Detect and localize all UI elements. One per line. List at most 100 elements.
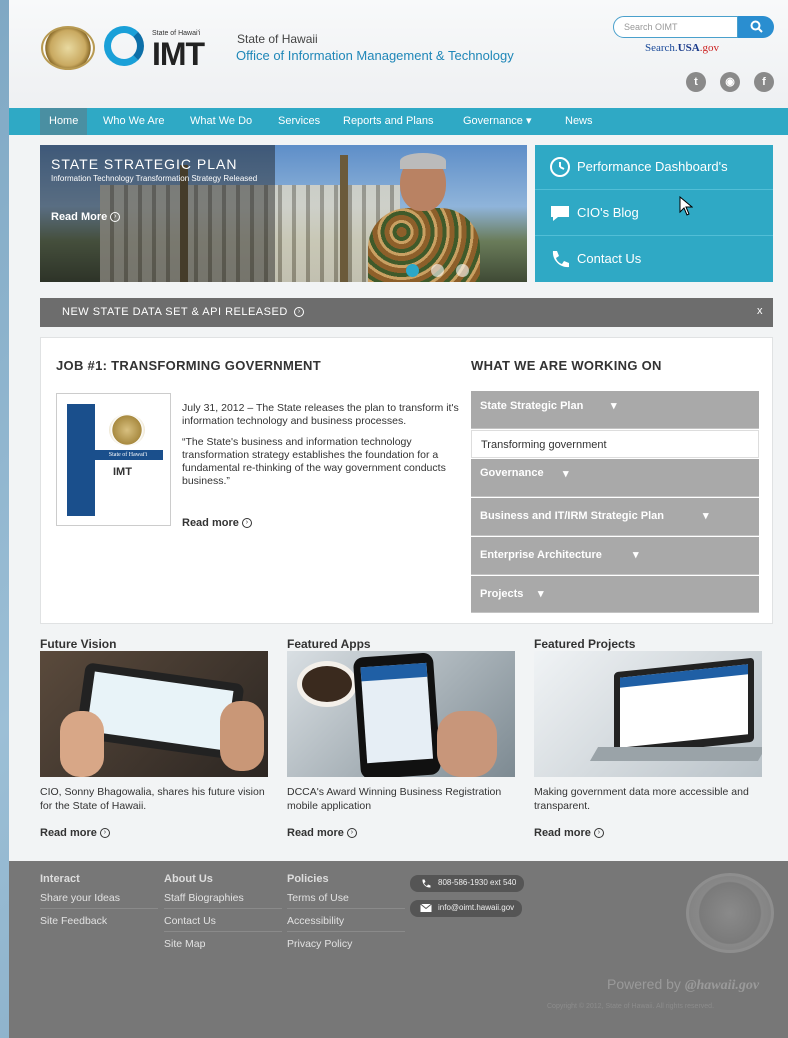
announcement-banner[interactable]: NEW STATE DATA SET & API RELEASED › x: [40, 298, 773, 327]
phone-icon: [552, 251, 569, 268]
imt-logo[interactable]: State of Hawai'i IMT: [104, 24, 224, 74]
chevron-down-icon: ▾: [538, 588, 544, 600]
facebook-icon[interactable]: f: [754, 72, 774, 92]
arrow-circle-icon: ›: [99, 828, 110, 839]
slider-dot-2[interactable]: [431, 264, 444, 277]
feature-title-projects: Featured Projects: [534, 637, 636, 651]
footer-link[interactable]: Accessibility: [287, 915, 405, 932]
slider-dot-3[interactable]: [456, 264, 469, 277]
side-item-label: CIO's Blog: [577, 205, 639, 220]
laptop-image[interactable]: [534, 651, 762, 777]
arrow-circle-icon: ›: [294, 307, 305, 318]
nav-news[interactable]: News: [565, 108, 593, 135]
search-input[interactable]: Search OIMT: [613, 16, 738, 38]
banner-close-button[interactable]: x: [757, 305, 763, 317]
nav-governance[interactable]: Governance ▾: [463, 108, 532, 135]
searchusa-c: .gov: [699, 42, 719, 54]
slider-dot-1[interactable]: [406, 264, 419, 277]
accordion-label: Business and IT/IRM Strategic Plan: [480, 510, 664, 522]
search-button[interactable]: [738, 16, 774, 38]
seal-icon: [109, 414, 145, 446]
strategic-plan-thumbnail[interactable]: State of Hawai'i IMT: [56, 393, 171, 526]
accordion-business-it-plan[interactable]: Business and IT/IRM Strategic Plan ▾: [471, 498, 759, 536]
twitter-icon[interactable]: t: [686, 72, 706, 92]
side-item-performance-dashboard[interactable]: Performance Dashboard's: [535, 145, 773, 190]
powered-by[interactable]: Powered by @hawaii.gov: [607, 976, 759, 994]
accordion-governance[interactable]: Governance ▾: [471, 459, 759, 497]
hero-read-more[interactable]: Read More ›: [51, 211, 121, 223]
imt-swirl-icon: [104, 26, 144, 66]
footer-link[interactable]: Privacy Policy: [287, 938, 405, 954]
palm-tree-image: [340, 155, 348, 282]
chevron-down-icon: ▾: [526, 115, 532, 127]
copyright: Copyright © 2012, State of Hawaii. All r…: [547, 1003, 715, 1010]
clock-icon: [550, 157, 570, 177]
footer-link[interactable]: Staff Biographies: [164, 892, 282, 909]
banner-text[interactable]: NEW STATE DATA SET & API RELEASED ›: [62, 306, 305, 318]
cio-photo: [360, 153, 490, 282]
job-read-more[interactable]: Read more ›: [182, 517, 252, 529]
working-on-title: WHAT WE ARE WORKING ON: [471, 358, 662, 373]
feature-title-apps: Featured Apps: [287, 637, 371, 651]
accordion-state-strategic-plan[interactable]: State Strategic Plan ▾: [471, 391, 759, 429]
accordion-label: Projects: [480, 588, 524, 600]
quick-links-panel: Performance Dashboard's CIO's Blog Conta…: [535, 145, 773, 282]
hero-subtitle: Information Technology Transformation St…: [51, 174, 258, 183]
footer-link[interactable]: Site Map: [164, 938, 282, 954]
banner-label: NEW STATE DATA SET & API RELEASED: [62, 306, 288, 318]
job-paragraph-1: July 31, 2012 – The State releases the p…: [182, 402, 459, 427]
job-description: July 31, 2012 – The State releases the p…: [182, 402, 462, 496]
job-section-title: JOB #1: TRANSFORMING GOVERNMENT: [56, 358, 321, 373]
coffee-cup-image: [297, 661, 357, 707]
searchusa-link[interactable]: Search.USA.gov: [645, 42, 719, 54]
feature-read-more-label: Read more: [40, 827, 97, 839]
main-nav: Home Who We Are What We Do Services Repo…: [9, 108, 788, 135]
nav-home[interactable]: Home: [40, 108, 88, 135]
org-line-2[interactable]: Office of Information Management & Techn…: [236, 48, 514, 63]
rss-icon[interactable]: ◉: [720, 72, 740, 92]
nav-services[interactable]: Services: [278, 108, 320, 135]
hero-slider[interactable]: STATE STRATEGIC PLAN Information Technol…: [40, 145, 527, 282]
side-item-contact-us[interactable]: Contact Us: [535, 237, 773, 282]
nav-who-we-are[interactable]: Who We Are: [103, 108, 165, 135]
footer-heading-interact: Interact: [40, 873, 80, 885]
arrow-circle-icon: ›: [110, 212, 121, 223]
accordion-label: Governance: [480, 467, 544, 479]
searchusa-a: Search.: [645, 42, 678, 54]
side-item-cio-blog[interactable]: CIO's Blog: [535, 191, 773, 236]
email-address: info@oimt.hawaii.gov: [438, 903, 515, 912]
search-icon: [750, 20, 763, 33]
footer-link[interactable]: Terms of Use: [287, 892, 405, 909]
feature-desc: CIO, Sonny Bhagowalia, shares his future…: [40, 786, 265, 812]
tablet-image[interactable]: [40, 651, 268, 777]
phone-contact[interactable]: 808-586-1930 ext 540: [410, 875, 525, 892]
footer-heading-about: About Us: [164, 873, 213, 885]
feature-title-future-vision: Future Vision: [40, 637, 117, 651]
state-seal-icon[interactable]: [41, 26, 95, 70]
accordion-label: Enterprise Architecture: [480, 549, 602, 561]
accordion-projects[interactable]: Projects ▾: [471, 576, 759, 613]
accordion-enterprise-architecture[interactable]: Enterprise Architecture ▾: [471, 537, 759, 575]
email-contact[interactable]: info@oimt.hawaii.gov: [410, 900, 523, 917]
phone-app-image[interactable]: [287, 651, 515, 777]
hand-image: [220, 701, 264, 771]
state-seal-icon: [686, 873, 774, 953]
job-read-more-label: Read more: [182, 517, 239, 529]
laptop-display: [620, 664, 748, 748]
footer-link[interactable]: Share your Ideas: [40, 892, 158, 909]
feature-read-more[interactable]: Read more ›: [534, 827, 604, 839]
footer-link[interactable]: Contact Us: [164, 915, 282, 932]
nav-what-we-do[interactable]: What We Do: [190, 108, 252, 135]
nav-governance-label: Governance: [463, 115, 523, 127]
accordion-open-item[interactable]: Transforming government: [471, 430, 759, 458]
accordion-label: State Strategic Plan: [480, 400, 584, 412]
tablet-screen: [86, 671, 234, 751]
phone-number: 808-586-1930 ext 540: [438, 878, 517, 887]
footer-link[interactable]: Site Feedback: [40, 915, 158, 931]
arrow-circle-icon: ›: [241, 518, 252, 529]
feature-read-more[interactable]: Read more ›: [287, 827, 357, 839]
nav-reports-and-plans[interactable]: Reports and Plans: [343, 108, 434, 135]
feature-read-more[interactable]: Read more ›: [40, 827, 110, 839]
chevron-down-icon: ▾: [703, 510, 709, 522]
feature-desc: Making government data more accessible a…: [534, 786, 749, 812]
